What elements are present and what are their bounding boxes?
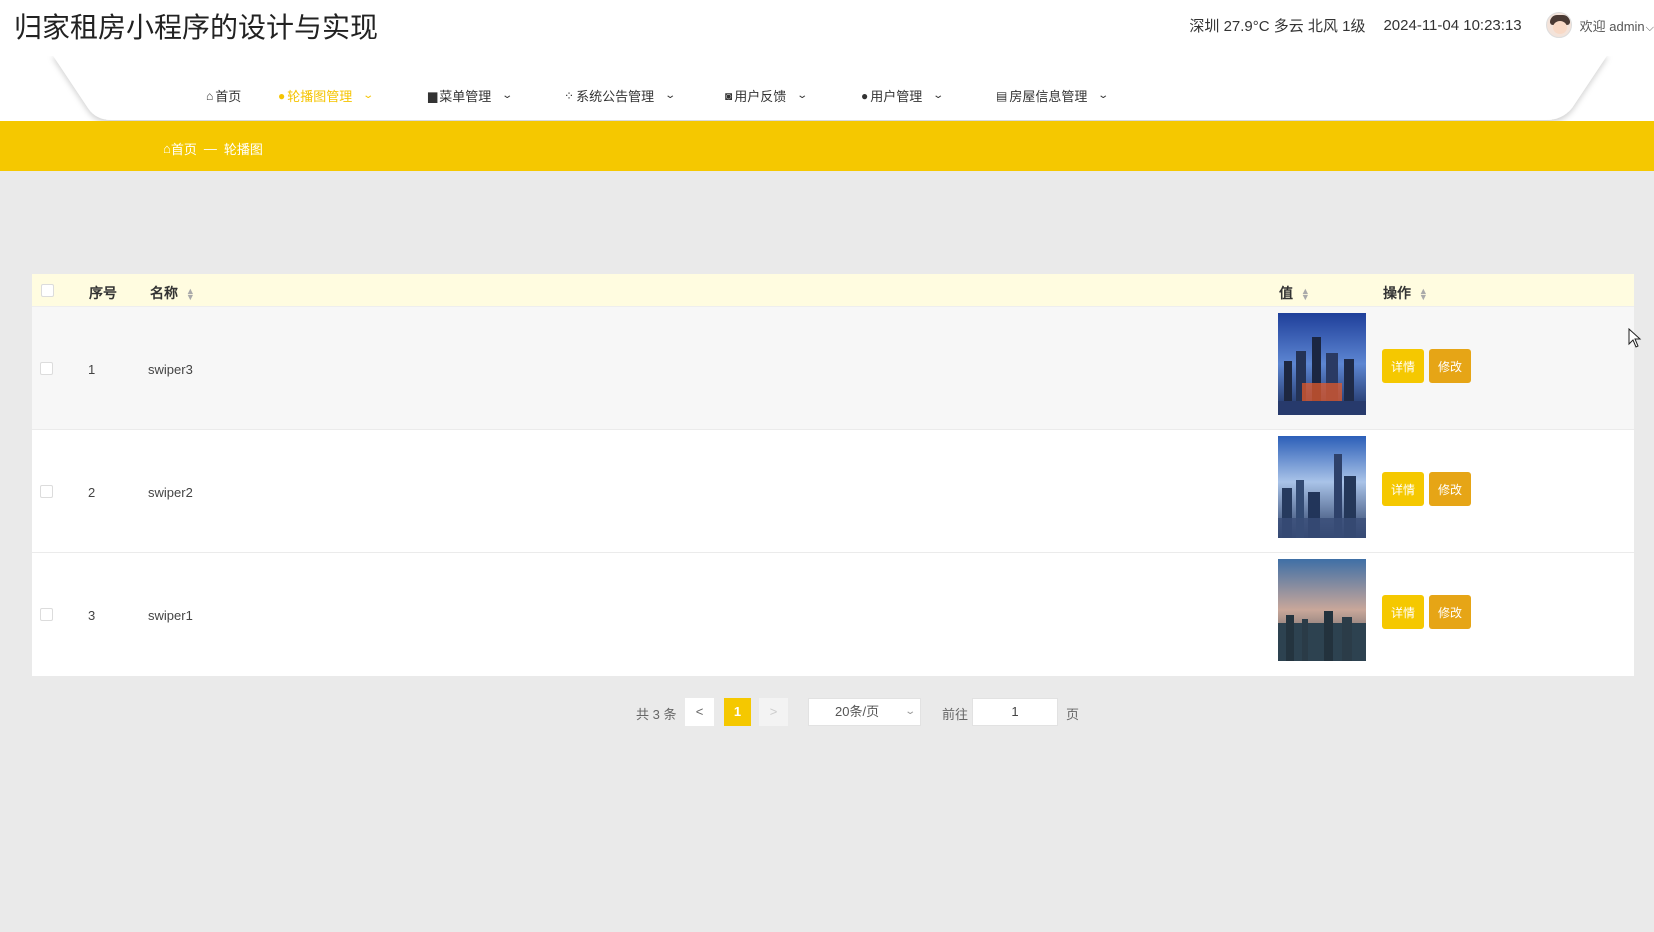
home-icon: ⌂ [206, 88, 214, 103]
page-unit-label: 页 [1066, 707, 1080, 722]
nav-announcement-management[interactable]: ⁘ 系统公告管理 ⌄ [564, 86, 677, 105]
carousel-table: 序号 名称 ▲ ▼ 值 ▲ ▼ 操作 ▲ ▼ 1 swiper3 详情 修改 2… [32, 274, 1634, 676]
nav-feedback[interactable]: ◙ 用户反馈 ⌄ [725, 86, 809, 105]
column-action[interactable]: 操作 ▲ ▼ [1383, 283, 1428, 303]
breadcrumb-home[interactable]: 首页 [171, 139, 197, 158]
carousel-image[interactable] [1278, 313, 1366, 415]
nav-home-label: 首页 [215, 89, 242, 104]
nav-menu-management[interactable]: ▆ 菜单管理 ⌄ [428, 86, 514, 105]
pagination: 共 3 条 < 1 > 20条/页 ⌄ 前往 1 页 [0, 698, 1654, 728]
table-row: 1 swiper3 详情 修改 [32, 307, 1634, 430]
carousel-image[interactable] [1278, 559, 1366, 661]
grid-icon: ⁘ [564, 88, 575, 103]
weather-text: 深圳 27.9°C 多云 北风 1级 [1189, 17, 1366, 35]
column-value[interactable]: 值 ▲ ▼ [1279, 283, 1310, 303]
carousel-image[interactable] [1278, 436, 1366, 538]
detail-button[interactable]: 详情 [1382, 595, 1424, 629]
next-page-button[interactable]: > [759, 698, 788, 726]
row-checkbox[interactable] [40, 485, 53, 498]
nav-house-management[interactable]: ▤ 房屋信息管理 ⌄ [996, 86, 1110, 105]
chevron-down-icon: ⌄ [932, 90, 945, 101]
row-index: 1 [88, 362, 96, 377]
page-size-value: 20条/页 [835, 704, 880, 719]
top-bar: 归家租房小程序的设计与实现 深圳 27.9°C 多云 北风 1级 2024-11… [0, 0, 1654, 56]
home-icon: ⌂ [163, 141, 171, 156]
row-name: swiper2 [148, 485, 193, 500]
chevron-down-icon: ⌄ [903, 706, 916, 717]
breadcrumb: ⌂ 首页 — 轮播图 [163, 139, 263, 158]
nav-home[interactable]: ⌂ 首页 [206, 86, 241, 105]
breadcrumb-current: 轮播图 [223, 142, 263, 157]
column-name[interactable]: 名称 ▲ ▼ [150, 283, 195, 303]
chevron-down-icon: ⌄ [362, 90, 375, 101]
row-index: 2 [88, 485, 96, 500]
nav-feedback-label: 用户反馈 [734, 89, 787, 104]
page-size-select[interactable]: 20条/页 ⌄ [808, 698, 921, 726]
app-title: 归家租房小程序的设计与实现 [14, 12, 379, 43]
feedback-icon: ◙ [725, 88, 733, 103]
user-menu[interactable]: 欢迎 admin⌵ [1580, 16, 1654, 35]
nav-user-management[interactable]: ● 用户管理 ⌄ [861, 86, 945, 105]
table-row: 2 swiper2 详情 修改 [32, 430, 1634, 553]
avatar[interactable] [1545, 12, 1572, 38]
table-header: 序号 名称 ▲ ▼ 值 ▲ ▼ 操作 ▲ ▼ [32, 274, 1634, 307]
row-name: swiper3 [148, 362, 193, 377]
goto-label: 前往 [942, 707, 969, 722]
pagination-total: 共 3 条 [636, 707, 677, 722]
mouse-cursor-icon [1628, 328, 1642, 348]
nav-user-label: 用户管理 [870, 89, 923, 104]
table-row: 3 swiper1 详情 修改 [32, 553, 1634, 676]
column-index: 序号 [89, 285, 117, 301]
chevron-down-icon: ⌄ [664, 90, 677, 101]
datetime-text: 2024-11-04 10:23:13 [1383, 16, 1522, 34]
nav-carousel-label: 轮播图管理 [287, 89, 353, 104]
edit-button[interactable]: 修改 [1429, 349, 1471, 383]
detail-button[interactable]: 详情 [1382, 349, 1424, 383]
chevron-down-icon: ⌵ [1645, 21, 1654, 34]
edit-button[interactable]: 修改 [1429, 595, 1471, 629]
column-value-label: 值 [1279, 285, 1293, 301]
sort-icon[interactable]: ▲ ▼ [1301, 287, 1310, 302]
sort-icon[interactable]: ▲ ▼ [1419, 287, 1428, 302]
menu-icon: ▆ [428, 88, 438, 103]
welcome-text: 欢迎 admin [1579, 18, 1645, 34]
prev-page-button[interactable]: < [685, 698, 714, 726]
chevron-down-icon: ⌄ [501, 90, 514, 101]
column-action-label: 操作 [1383, 285, 1411, 301]
nav-announcement-label: 系统公告管理 [576, 89, 655, 104]
nav-bar: ⌂ 首页 ● 轮播图管理 ⌄ ▆ 菜单管理 ⌄ ⁘ 系统公告管理 ⌄ ◙ 用户反… [0, 56, 1654, 126]
edit-button[interactable]: 修改 [1429, 472, 1471, 506]
row-name: swiper1 [148, 608, 193, 623]
page-number-current[interactable]: 1 [724, 698, 751, 726]
column-name-label: 名称 [150, 285, 178, 301]
detail-button[interactable]: 详情 [1382, 472, 1424, 506]
row-checkbox[interactable] [40, 362, 53, 375]
house-icon: ▤ [996, 88, 1008, 103]
chevron-down-icon: ⌄ [796, 90, 809, 101]
chevron-down-icon: ⌄ [1097, 90, 1110, 101]
user-icon: ● [861, 88, 869, 103]
nav-menu-label: 菜单管理 [439, 89, 492, 104]
row-checkbox[interactable] [40, 608, 53, 621]
nav-house-label: 房屋信息管理 [1009, 89, 1088, 104]
circle-icon: ● [278, 88, 286, 103]
select-all-checkbox[interactable] [41, 284, 54, 297]
nav-carousel-management[interactable]: ● 轮播图管理 ⌄ [278, 86, 375, 105]
sort-icon[interactable]: ▲ ▼ [186, 287, 195, 302]
goto-page-input[interactable]: 1 [972, 698, 1058, 726]
breadcrumb-band: ⌂ 首页 — 轮播图 [0, 121, 1654, 171]
row-index: 3 [88, 608, 96, 623]
top-right-info: 深圳 27.9°C 多云 北风 1级 2024-11-04 10:23:13 欢… [1189, 10, 1654, 40]
breadcrumb-separator: — [203, 141, 217, 156]
